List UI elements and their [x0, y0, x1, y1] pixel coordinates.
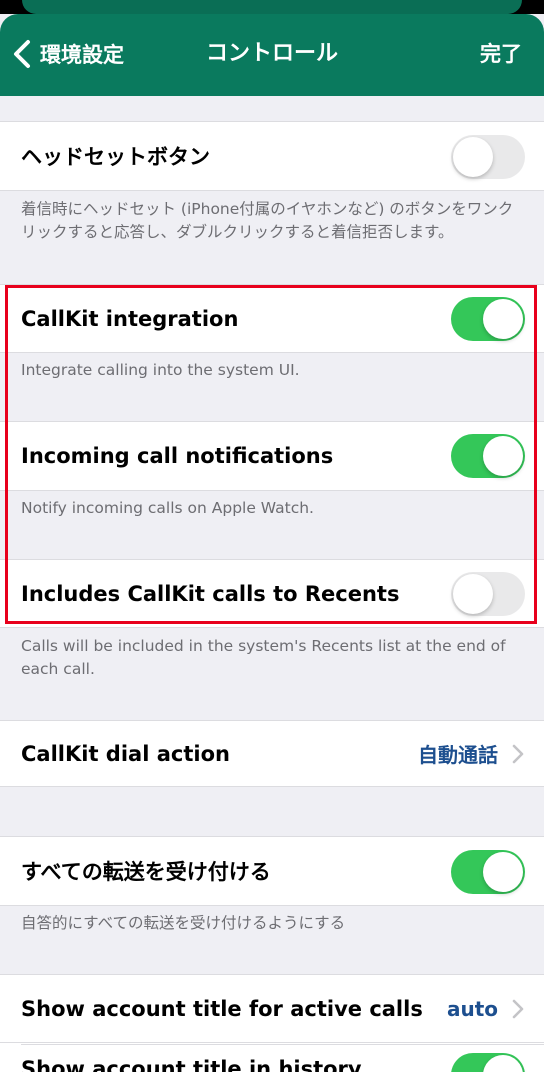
incoming-call-notifications-label: Incoming call notifications	[21, 444, 334, 468]
switch-knob	[483, 299, 523, 339]
include-recents-switch[interactable]	[451, 572, 525, 616]
top-strip	[0, 0, 544, 14]
switch-knob	[483, 852, 523, 892]
callkit-integration-switch[interactable]	[451, 297, 525, 341]
row-divider	[21, 1044, 544, 1045]
incoming-call-notifications-switch[interactable]	[451, 434, 525, 478]
account-title-history-row: Show account title in history	[0, 1042, 544, 1072]
accept-transfers-switch[interactable]	[451, 850, 525, 894]
chevron-right-icon	[512, 744, 524, 763]
done-button[interactable]: 完了	[480, 36, 522, 72]
accept-transfers-row: すべての転送を受け付ける	[0, 836, 544, 906]
chevron-right-icon	[512, 999, 524, 1018]
headset-button-row: ヘッドセットボタン	[0, 121, 544, 191]
navigation-bar: 環境設定 コントロール 完了	[0, 14, 544, 96]
account-title-history-label: Show account title in history	[21, 1057, 362, 1072]
headset-button-footer: 着信時にヘッドセット (iPhone付属のイヤホンなど) のボタンをワンクリック…	[21, 200, 514, 241]
headset-button-label: ヘッドセットボタン	[21, 145, 210, 169]
incoming-call-notifications-footer: Notify incoming calls on Apple Watch.	[21, 499, 314, 517]
callkit-dial-action-value: 自動通話	[418, 743, 498, 767]
switch-knob	[483, 1055, 523, 1072]
callkit-dial-action-row[interactable]: CallKit dial action 自動通話	[0, 720, 544, 787]
switch-knob	[453, 137, 493, 177]
headset-button-switch[interactable]	[451, 135, 525, 179]
account-title-active-value: auto	[446, 996, 498, 1021]
accept-transfers-footer: 自答的にすべての転送を受け付けるようにする	[21, 914, 346, 932]
callkit-integration-row: CallKit integration	[0, 284, 544, 353]
callkit-integration-footer: Integrate calling into the system UI.	[21, 361, 300, 379]
include-recents-label: Includes CallKit calls to Recents	[21, 581, 400, 606]
accept-transfers-label: すべての転送を受け付ける	[21, 860, 271, 884]
switch-knob	[453, 574, 493, 614]
incoming-call-notifications-row: Incoming call notifications	[0, 421, 544, 491]
top-tab	[22, 0, 522, 14]
include-recents-footer: Calls will be included in the system's R…	[21, 637, 506, 678]
account-title-active-row[interactable]: Show account title for active calls auto	[0, 974, 544, 1042]
page-title: コントロール	[205, 41, 338, 66]
include-recents-row: Includes CallKit calls to Recents	[0, 559, 544, 628]
switch-knob	[483, 436, 523, 476]
callkit-integration-label: CallKit integration	[21, 306, 239, 331]
account-title-history-switch[interactable]	[451, 1053, 525, 1072]
callkit-dial-action-label: CallKit dial action	[21, 741, 230, 766]
account-title-active-label: Show account title for active calls	[21, 996, 423, 1021]
